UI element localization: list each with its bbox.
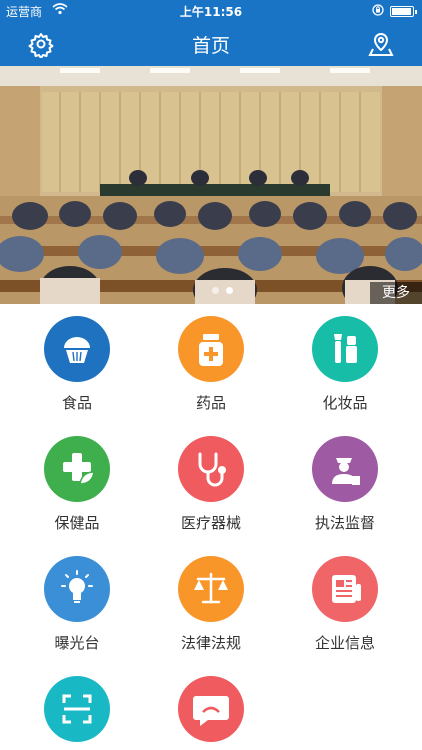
location-pin-icon[interactable] [367,30,395,58]
carousel-dot[interactable] [226,287,233,294]
more-button[interactable]: 更多 [370,282,422,304]
grid-item-label: 企业信息 [314,634,375,652]
grid-item-label: 曝光台 [54,634,100,652]
grid-item-food[interactable]: 食品 [7,304,147,424]
banner-photo [0,66,422,304]
grid-item-label: 食品 [61,394,92,412]
service-grid: 食品 药品 化妆品 保健品 医疗器械 执法监督 曝光台 法律法规 企业信息 [0,304,422,750]
grid-item-law-enforcement[interactable]: 执法监督 [275,424,415,544]
grid-item-label: 医疗器械 [180,514,241,532]
nav-bar: 首页 [0,22,422,66]
stethoscope-icon [178,436,244,502]
muffin-icon [44,316,110,382]
status-bar: 运营商 上午11:56 [0,0,422,22]
cosmetics-icon [312,316,378,382]
grid-item-label: 药品 [195,394,226,412]
grid-item-medical-devices[interactable]: 医疗器械 [141,424,281,544]
grid-item-label: 执法监督 [314,514,375,532]
grid-item-exposure[interactable]: 曝光台 [7,544,147,664]
rotation-lock-icon [372,4,384,16]
grid-item-label: 保健品 [54,514,100,532]
grid-item-laws[interactable]: 法律法规 [141,544,281,664]
news-icon [312,556,378,622]
grid-item-label: 化妆品 [322,394,368,412]
grid-item-cosmetics[interactable]: 化妆品 [275,304,415,424]
grid-item-feedback[interactable] [141,664,281,750]
page-title: 首页 [191,35,230,57]
health-leaf-icon [44,436,110,502]
grid-item-health-products[interactable]: 保健品 [7,424,147,544]
medicine-bottle-icon [178,316,244,382]
grid-item-medicine[interactable]: 药品 [141,304,281,424]
scales-icon [178,556,244,622]
grid-item-company-info[interactable]: 企业信息 [275,544,415,664]
carousel-dot[interactable] [212,287,219,294]
chat-icon [178,676,244,742]
status-time: 上午11:56 [179,5,243,19]
scan-icon [44,676,110,742]
light-bulb-icon [44,556,110,622]
grid-item-label: 法律法规 [180,634,241,652]
officer-icon [312,436,378,502]
battery-icon [390,6,417,17]
banner-carousel[interactable]: 更多 [0,66,422,304]
grid-item-scan[interactable] [7,664,147,750]
